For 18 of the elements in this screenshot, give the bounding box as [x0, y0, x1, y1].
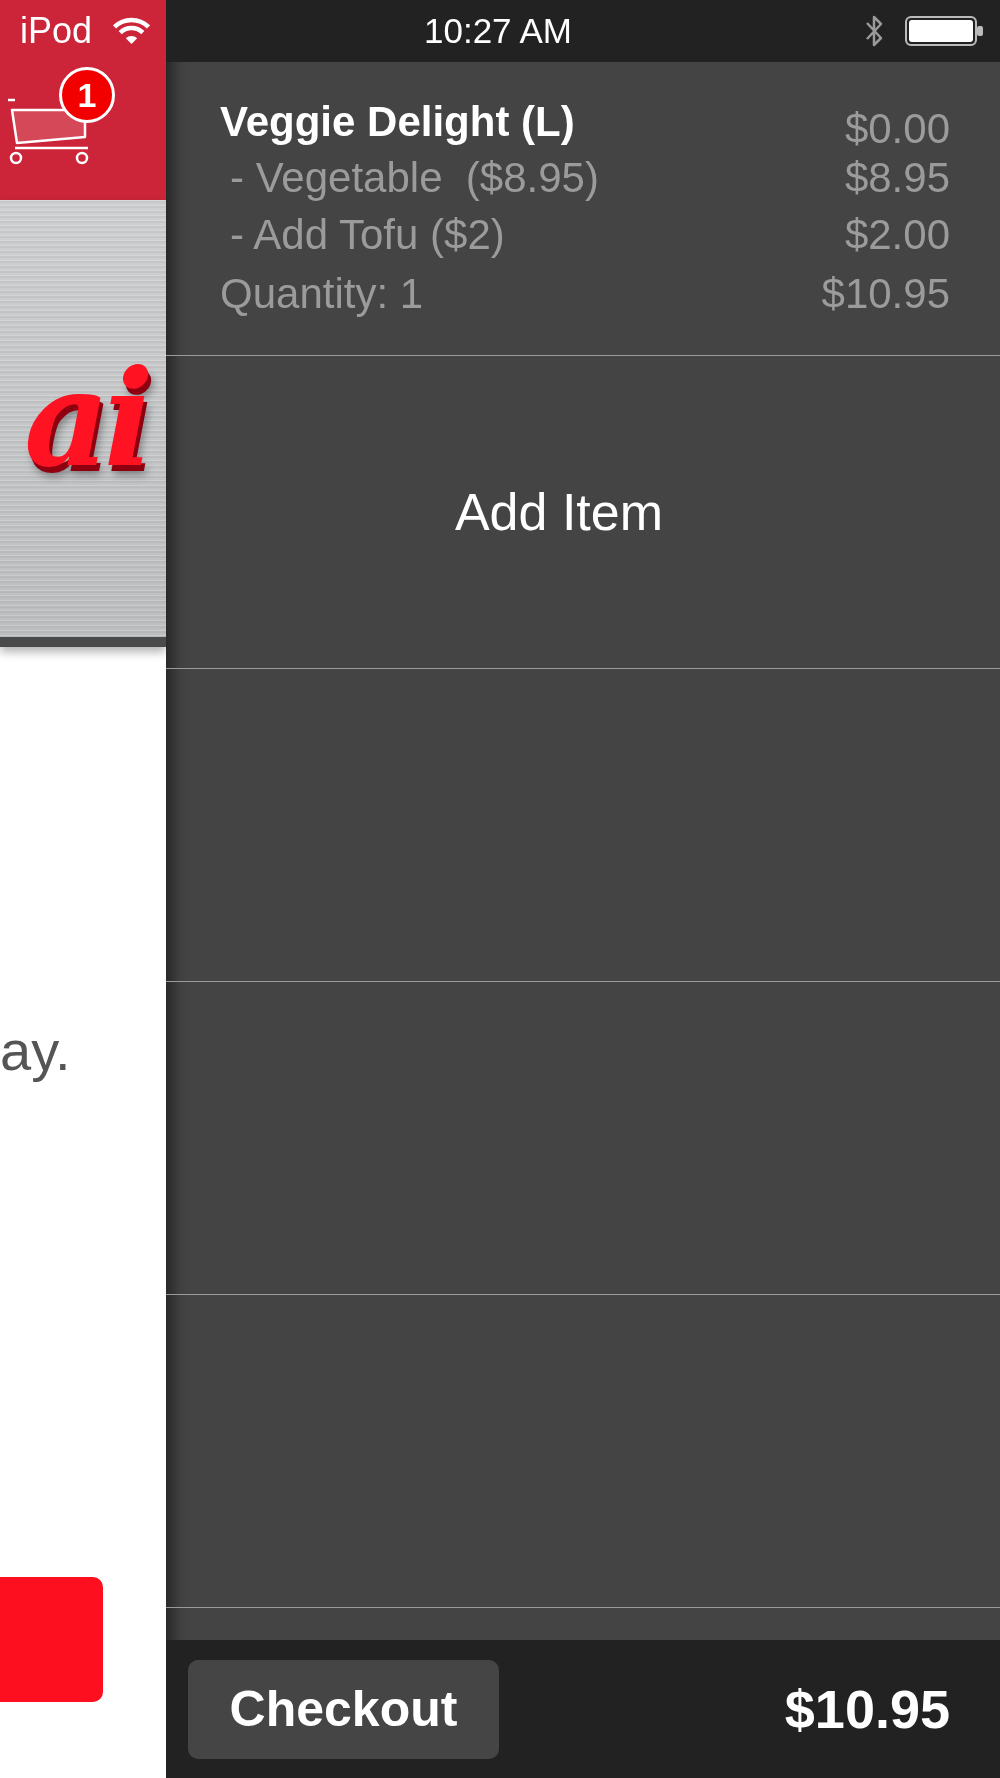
option-price: $2.00: [844, 210, 950, 260]
option-label: - Vegetable ($8.95): [229, 153, 599, 203]
quantity-label: Quantity: 1: [220, 269, 424, 319]
order-total: $10.95: [784, 1679, 950, 1739]
wifi-icon: [113, 17, 151, 45]
clock-text: 10:27 AM: [424, 11, 572, 51]
item-name: Veggie Delight (L): [220, 97, 575, 147]
option-label: - Add Tofu ($2): [229, 210, 505, 260]
carrier-label: iPod: [20, 11, 93, 51]
battery-icon: [905, 16, 983, 46]
cart-badge: 1: [59, 67, 115, 123]
option-price: $8.95: [844, 153, 950, 203]
item-total: $10.95: [821, 269, 950, 319]
add-item-button[interactable]: Add Item: [166, 356, 1000, 669]
item-price: $0.00: [844, 109, 950, 149]
checkout-button[interactable]: Checkout: [188, 1659, 499, 1759]
logo-text: ai: [24, 339, 148, 498]
body-text: ay.: [0, 1019, 72, 1083]
